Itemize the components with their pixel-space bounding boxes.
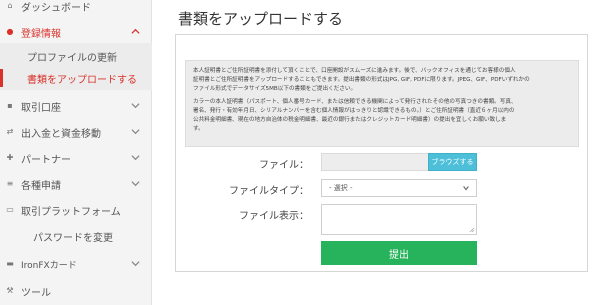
sidebar-item-label: パスワードを変更 xyxy=(33,232,113,244)
sidebar-item-change-password[interactable]: パスワードを変更 xyxy=(0,224,152,248)
chevron-up-icon xyxy=(131,28,140,34)
sidebar-item-funds[interactable]: ⇄ 出入金と資金移動 xyxy=(0,120,152,144)
chevron-down-icon xyxy=(131,261,140,267)
browse-button[interactable]: ブラウズする xyxy=(428,153,477,171)
sidebar-item-label: パートナー xyxy=(21,154,71,166)
home-icon: ⌂ xyxy=(7,1,13,10)
card-icon: ▬ xyxy=(6,259,14,268)
user-icon: ● xyxy=(6,27,14,36)
file-type-selected-value: - 選択 - xyxy=(329,184,353,192)
sidebar-item-label: 取引プラットフォーム xyxy=(21,206,121,218)
page-title: 書類をアップロードする xyxy=(178,10,344,28)
sidebar-subitem-upload[interactable]: 書類をアップロードする xyxy=(0,67,152,89)
sidebar-item-platforms[interactable]: ▭ 取引プラットフォーム xyxy=(0,198,152,222)
sidebar-item-tools[interactable]: ⚒ ツール xyxy=(0,279,152,303)
transfer-icon: ⇄ xyxy=(6,127,14,136)
chevron-down-icon xyxy=(463,186,469,191)
upload-panel: 本人証明書とご住所証明書を添付して頂くことで、口座開設がスムーズに進みます。後で… xyxy=(175,34,588,272)
tools-icon: ⚒ xyxy=(6,286,14,295)
sidebar-subitem-label: 書類をアップロードする xyxy=(27,74,137,86)
list-icon: ≡ xyxy=(6,179,14,188)
sidebar-item-label: IronFXカード xyxy=(21,260,77,271)
briefcase-icon: ▪ xyxy=(7,101,13,110)
file-type-select[interactable]: - 選択 - xyxy=(321,179,477,197)
sidebar-item-label: 出入金と資金移動 xyxy=(21,128,101,140)
file-type-label: ファイルタイプ： xyxy=(229,186,309,197)
sidebar-item-ironfx-card[interactable]: ▬ IronFXカード xyxy=(0,252,152,276)
chevron-down-icon xyxy=(131,155,140,161)
chevron-down-icon xyxy=(131,181,140,187)
sidebar-item-label: 登録情報 xyxy=(21,28,61,40)
notice-box: 本人証明書とご住所証明書を添付して頂くことで、口座開設がスムーズに進みます。後で… xyxy=(185,60,579,147)
monitor-icon: ▭ xyxy=(6,205,14,214)
sidebar-subitem-profile[interactable]: プロファイルの更新 xyxy=(0,45,152,67)
file-label: ファイル： xyxy=(259,160,309,171)
sidebar-item-partner[interactable]: ✚ パートナー xyxy=(0,146,152,170)
chevron-down-icon xyxy=(131,129,140,135)
sidebar-item-trading-accounts[interactable]: ▪ 取引口座 xyxy=(0,94,152,118)
sidebar-item-label: ツール xyxy=(21,287,51,299)
sidebar-item-label: ダッシュボード xyxy=(21,2,91,14)
sidebar-item-label: 各種申請 xyxy=(21,180,61,192)
file-display-textarea[interactable] xyxy=(321,204,477,235)
sidebar-subitem-label: プロファイルの更新 xyxy=(27,52,117,64)
notice-paragraph-2: カラーの本人証明書（パスポート、個人番号カード、または信頼できる機関によって発行… xyxy=(193,99,517,132)
sidebar-item-dashboard[interactable]: ⌂ ダッシュボード xyxy=(0,0,152,18)
sidebar-item-registration[interactable]: ● 登録情報 xyxy=(0,20,152,44)
sidebar: ⌂ ダッシュボード ● 登録情報 プロファイルの更新 書類をアップロードする ▪… xyxy=(0,0,152,305)
partner-icon: ✚ xyxy=(6,153,14,162)
active-indicator xyxy=(0,69,3,87)
chevron-down-icon xyxy=(131,103,140,109)
submit-button[interactable]: 提出 xyxy=(321,241,477,265)
notice-paragraph-1: 本人証明書とご住所証明書を添付して頂くことで、口座開設がスムーズに進みます。後で… xyxy=(193,68,530,92)
resize-grip-icon[interactable] xyxy=(469,227,475,233)
sidebar-item-label: 取引口座 xyxy=(21,102,61,114)
sidebar-item-requests[interactable]: ≡ 各種申請 xyxy=(0,172,152,196)
file-display-label: ファイル表示： xyxy=(239,211,309,222)
